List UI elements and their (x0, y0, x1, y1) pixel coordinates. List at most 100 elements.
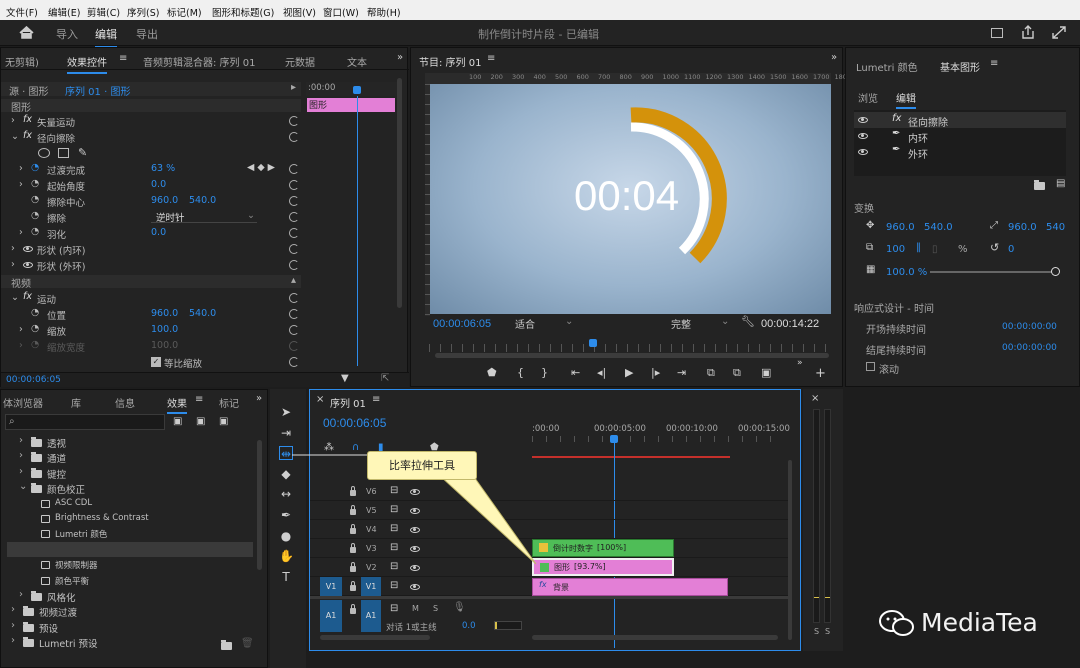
outro-duration-value[interactable]: 00:00:00:00 (1002, 343, 1057, 353)
rectangle-mask-icon[interactable] (58, 148, 69, 158)
reset-icon[interactable] (289, 116, 299, 126)
wipe-direction-row[interactable]: ◔ 擦除 逆时针 ⌄ (1, 209, 301, 225)
clip-graphics[interactable]: 图形 [93.7%] (532, 558, 674, 576)
menu-help[interactable]: 帮助(H) (367, 5, 401, 19)
eg-anchor-x[interactable]: 960.0 (1008, 222, 1037, 233)
timeline-ruler[interactable]: :00:00 00:00:05:00 00:00:10:00 00:00:15:… (532, 412, 790, 460)
source-patch-a1[interactable]: A1 (320, 600, 342, 632)
eye-icon[interactable] (23, 246, 33, 252)
tab-edit-graphics[interactable]: 编辑 (896, 90, 916, 109)
reset-icon[interactable] (289, 244, 299, 254)
effects-search-input[interactable]: ⌕ (5, 414, 165, 430)
work-area-bar[interactable] (532, 456, 730, 458)
play-icon[interactable]: ▶ (625, 366, 633, 379)
mark-in-icon[interactable]: { (517, 366, 524, 379)
wipe-center-y[interactable]: 540.0 (189, 195, 216, 206)
opacity-slider[interactable] (930, 271, 1056, 273)
timeline-vscrollbar[interactable] (788, 460, 792, 640)
menu-file[interactable]: 文件(F) (6, 5, 38, 19)
vector-motion-row[interactable]: › fx 矢量运动 (1, 113, 301, 129)
ellipse-mask-icon[interactable] (38, 148, 50, 158)
tab-effect-controls[interactable]: 效果控件 (67, 54, 107, 74)
menu-window[interactable]: 窗口(W) (323, 5, 359, 19)
lift-icon[interactable]: ⧉ (707, 366, 715, 380)
export-frame-icon[interactable]: ▣ (761, 366, 771, 379)
more-tabs-icon[interactable]: » (256, 393, 262, 404)
menu-clip[interactable]: 剪辑(C) (87, 5, 120, 19)
eg-opacity[interactable]: 100.0 % (886, 267, 927, 278)
add-button-icon[interactable]: + (815, 366, 826, 381)
eye-icon[interactable] (858, 133, 868, 139)
position-y[interactable]: 540.0 (189, 308, 216, 319)
reset-icon[interactable] (289, 293, 299, 303)
tab-audio-mixer[interactable]: 音频剪辑混合器: 序列 01 (143, 54, 255, 69)
menu-marker[interactable]: 标记(M) (167, 5, 202, 19)
menu-icon[interactable]: ≡ (487, 53, 495, 64)
expand-chevron-icon[interactable]: › (11, 635, 15, 646)
menu-sequence[interactable]: 序列(S) (127, 5, 159, 19)
reset-icon[interactable] (289, 132, 299, 142)
expand-chevron-icon[interactable]: › (19, 450, 23, 461)
wrench-icon[interactable]: 🔧︎ (741, 315, 755, 328)
stopwatch-icon[interactable]: ◔ (31, 162, 39, 173)
go-to-out-icon[interactable]: ⇥ (677, 366, 686, 379)
expand-chevron-icon[interactable]: ⌄ (19, 481, 27, 492)
mix-value[interactable]: 0.0 (462, 621, 476, 631)
scale-value[interactable]: 100.0 (151, 324, 178, 335)
video-frame[interactable]: 00:04 (430, 84, 831, 314)
wipe-direction-select[interactable]: 逆时针 ⌄ (151, 210, 257, 224)
lock-icon[interactable] (350, 581, 356, 591)
keyframe-nav-icon[interactable]: ◀ ◆ ▶ (247, 162, 275, 173)
solo-button[interactable]: S (433, 604, 438, 613)
stopwatch-icon[interactable]: ◔ (31, 226, 39, 237)
tab-media-browser[interactable]: 体浏览器 (3, 395, 43, 410)
radial-wipe-row[interactable]: ⌄ fx 径向擦除 (1, 129, 301, 145)
reset-icon[interactable] (289, 180, 299, 190)
program-title[interactable]: 节目: 序列 01 (419, 54, 481, 69)
tab-browse[interactable]: 浏览 (858, 90, 878, 105)
menu-icon[interactable]: ≡ (195, 394, 203, 405)
selection-tool-icon[interactable]: ➤ (279, 405, 293, 419)
filter-icon[interactable]: ▼ (341, 373, 349, 384)
eg-position-y[interactable]: 540.0 (924, 222, 953, 233)
eye-icon[interactable] (410, 584, 420, 590)
stopwatch-icon[interactable]: ◔ (31, 323, 39, 334)
mini-timeline[interactable] (429, 344, 831, 352)
reset-icon[interactable] (289, 164, 299, 174)
playhead-handle[interactable] (353, 86, 361, 94)
tab-essential-graphics[interactable]: 基本图形 (940, 59, 980, 74)
zoom-select[interactable]: 适合 ⌄ (515, 316, 575, 331)
effects-tree-item[interactable]: 颜色平衡 (1, 573, 251, 588)
effects-tree-item[interactable]: ASC CDL (1, 496, 251, 511)
roll-checkbox[interactable] (866, 362, 875, 371)
effects-tree-item[interactable]: › 预设 (1, 619, 251, 635)
timeline-playhead-handle[interactable] (610, 435, 618, 443)
position-x[interactable]: 960.0 (151, 308, 178, 319)
effects-scrollbar[interactable] (257, 440, 262, 570)
uniform-scale-checkbox[interactable]: ✓ (151, 357, 161, 367)
solo-left-button[interactable]: S (814, 627, 819, 636)
reset-icon[interactable] (289, 325, 299, 335)
uniform-scale-row[interactable]: ✓ 等比缩放 (1, 354, 301, 370)
mute-button[interactable]: M (412, 604, 419, 613)
sync-icon[interactable]: ⊟ (390, 603, 398, 614)
timeline-timecode[interactable]: 00:00:06:05 (323, 416, 386, 430)
program-timecode[interactable]: 00:00:06:05 (433, 318, 491, 330)
share-icon[interactable] (1021, 25, 1035, 39)
intro-duration-value[interactable]: 00:00:00:00 (1002, 322, 1057, 332)
stopwatch-icon[interactable]: ◔ (31, 210, 39, 221)
graphics-clip-mini[interactable]: 图形 (307, 98, 395, 112)
wipe-center-row[interactable]: ◔ 擦除中心 960.0 540.0 (1, 193, 301, 209)
effects-tree-item[interactable]: › Lumetri 预设 (1, 634, 251, 650)
menu-icon[interactable]: ≡ (372, 394, 380, 405)
tab-effects[interactable]: 效果 (167, 395, 187, 414)
accelerated-effects-icon[interactable]: ▣ (173, 416, 182, 427)
program-scrollbar[interactable] (435, 353, 829, 358)
tab-markers[interactable]: 标记 (219, 395, 239, 410)
sync-icon[interactable]: ⊟ (390, 580, 398, 591)
effects-tree-item[interactable]: › 透视 (1, 434, 251, 450)
effects-tree-item[interactable]: › 通道 (1, 449, 251, 465)
effects-tree-item[interactable]: Lumetri 颜色 (1, 526, 251, 541)
start-angle-value[interactable]: 0.0 (151, 179, 166, 190)
eye-icon[interactable] (858, 149, 868, 155)
